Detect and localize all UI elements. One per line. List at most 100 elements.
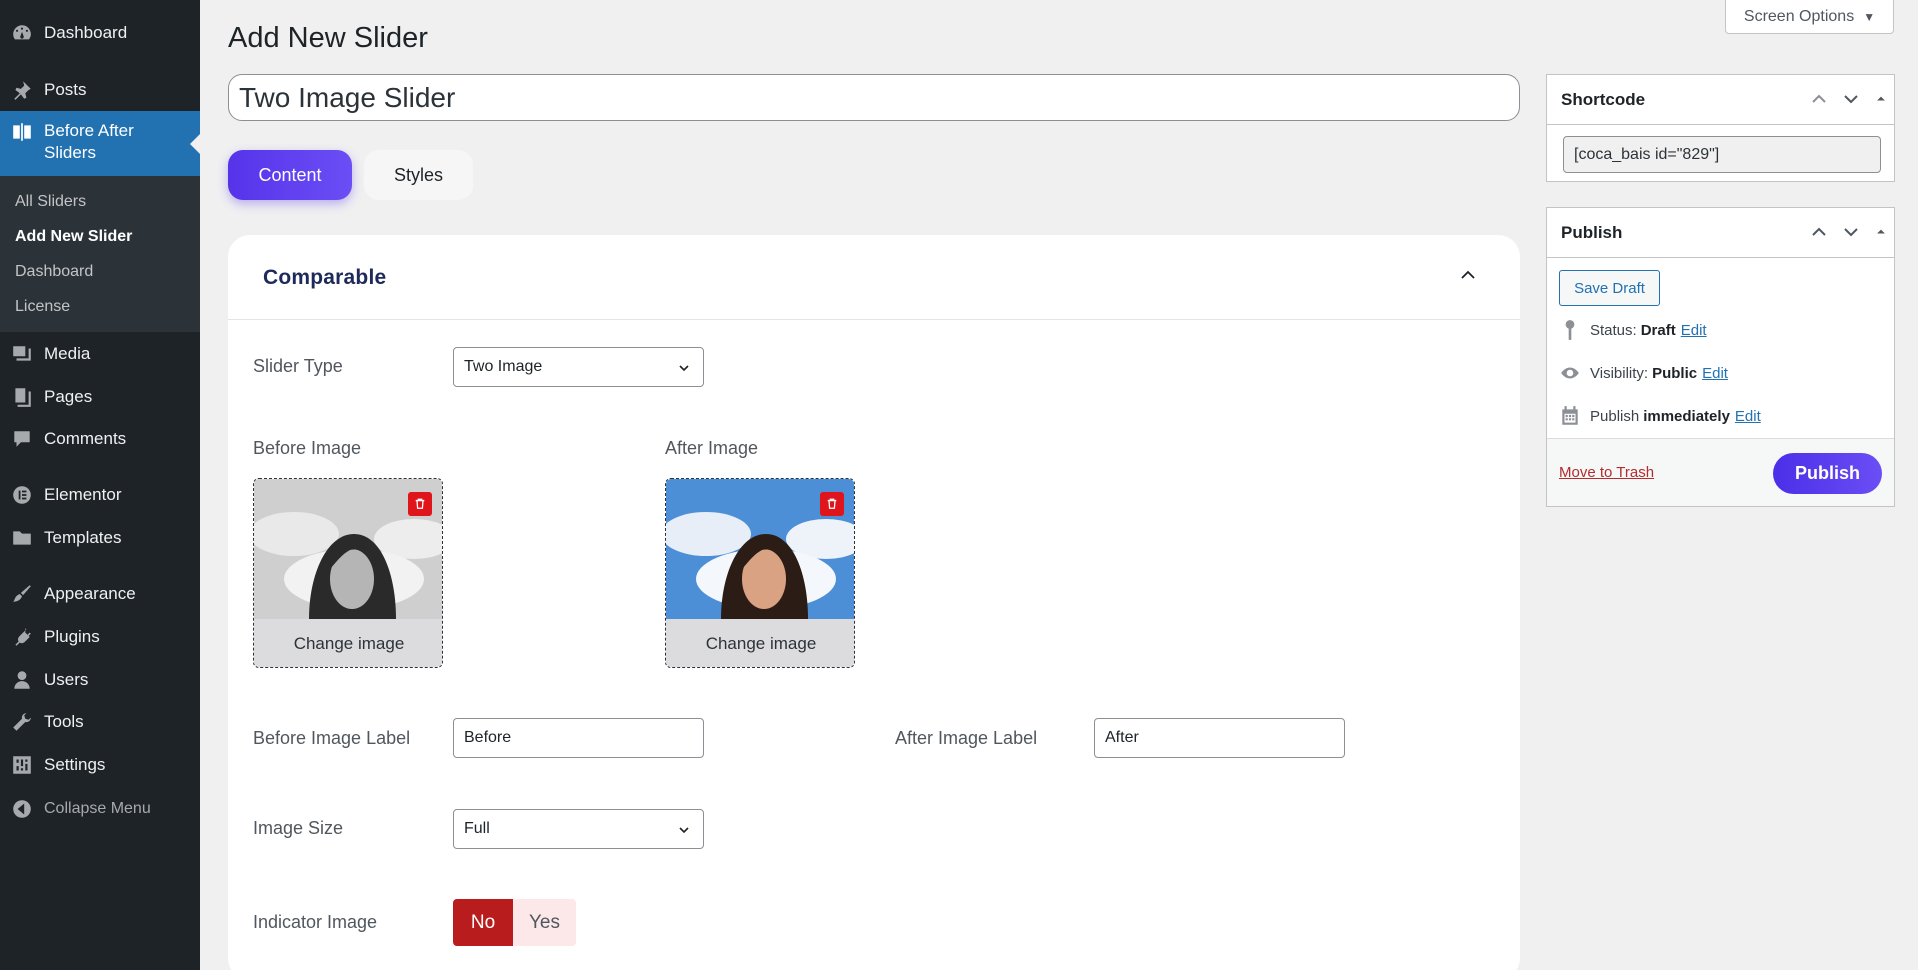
major-publishing-actions: Move to Trash Publish (1547, 438, 1894, 506)
collapse-label: Collapse Menu (44, 800, 151, 817)
publish-box: Publish Save Draft Status: Draft Edit Vi… (1546, 207, 1895, 507)
menu-label: Media (44, 344, 91, 363)
chevron-down-icon (679, 365, 689, 372)
delete-after-image-button[interactable] (820, 492, 844, 516)
publish-button[interactable]: Publish (1773, 453, 1882, 494)
change-after-image-button[interactable]: Change image (666, 619, 854, 667)
tab-content[interactable]: Content (228, 150, 352, 200)
brush-icon (0, 583, 44, 605)
toggle-panel-icon[interactable] (1874, 223, 1888, 241)
card-header[interactable]: Comparable (228, 235, 1520, 320)
indicator-no-button[interactable]: No (453, 899, 513, 946)
settings-icon (0, 754, 44, 776)
menu-item-comments[interactable]: Comments (0, 420, 200, 458)
admin-sidebar: Dashboard Posts Before After Sliders All… (0, 0, 200, 970)
change-before-image-button[interactable]: Change image (254, 619, 442, 667)
menu-item-elementor[interactable]: Elementor (0, 476, 200, 514)
edit-status-link[interactable]: Edit (1681, 322, 1707, 339)
chevron-down-icon[interactable] (1842, 223, 1860, 241)
slider-type-select[interactable]: Two Image (453, 347, 704, 387)
publish-value: immediately (1643, 407, 1730, 425)
plug-icon (0, 626, 44, 648)
pin-icon (1565, 320, 1575, 340)
visibility-label: Visibility: (1590, 364, 1649, 382)
screen-options-button[interactable]: Screen Options ▼ (1725, 0, 1894, 34)
shortcode-field[interactable]: [coca_bais id="829"] (1563, 136, 1881, 173)
menu-label: Plugins (44, 627, 100, 646)
menu-item-dashboard[interactable]: Dashboard (0, 13, 200, 53)
collapse-icon (0, 798, 44, 820)
wrench-icon (0, 711, 44, 733)
menu-item-appearance[interactable]: Appearance (0, 575, 200, 613)
chevron-down-icon (679, 827, 689, 834)
image-size-select[interactable]: Full (453, 809, 704, 849)
after-image-label-input[interactable]: After (1094, 718, 1345, 758)
publish-label: Publish (1590, 407, 1640, 425)
menu-item-tools[interactable]: Tools (0, 703, 200, 741)
menu-item-settings[interactable]: Settings (0, 746, 200, 784)
status-label: Status: (1590, 321, 1637, 339)
folder-icon (0, 527, 44, 549)
menu-item-templates[interactable]: Templates (0, 519, 200, 557)
tab-styles[interactable]: Styles (364, 150, 473, 200)
slider-type-label: Slider Type (253, 356, 343, 376)
submenu: All Sliders Add New Slider Dashboard Lic… (0, 176, 200, 332)
menu-item-posts[interactable]: Posts (0, 70, 200, 110)
indicator-image-label: Indicator Image (253, 912, 378, 932)
trash-icon (415, 498, 425, 509)
image-size-value: Full (464, 820, 490, 837)
dashboard-icon (0, 22, 44, 44)
comments-icon (0, 428, 44, 450)
before-image-label: Before Image (253, 438, 362, 458)
menu-item-media[interactable]: Media (0, 335, 200, 373)
menu-item-users[interactable]: Users (0, 661, 200, 699)
image-size-label: Image Size (253, 818, 344, 838)
toggle-panel-icon[interactable] (1874, 90, 1888, 108)
delete-before-image-button[interactable] (408, 492, 432, 516)
menu-item-before-after-sliders[interactable]: Before After Sliders (0, 111, 200, 176)
after-image-box[interactable]: Change image (665, 478, 855, 668)
indicator-yes-button[interactable]: Yes (513, 899, 576, 946)
menu-item-plugins[interactable]: Plugins (0, 618, 200, 656)
submenu-dashboard[interactable]: Dashboard (15, 263, 93, 281)
pin-icon (0, 79, 44, 101)
publish-date-row: Publish immediately Edit (1559, 405, 1761, 427)
chevron-up-icon[interactable] (1810, 223, 1828, 241)
menu-label: Before After Sliders (44, 121, 134, 162)
menu-label: Elementor (44, 485, 122, 504)
caret-down-icon: ▼ (1863, 9, 1876, 24)
eye-icon (1561, 367, 1579, 379)
save-draft-button[interactable]: Save Draft (1559, 270, 1660, 306)
visibility-value: Public (1652, 364, 1698, 382)
submenu-license[interactable]: License (15, 298, 70, 316)
edit-publish-date-link[interactable]: Edit (1735, 408, 1761, 425)
screen-options-label: Screen Options (1743, 7, 1855, 25)
submenu-add-new-slider[interactable]: Add New Slider (15, 228, 132, 246)
pages-icon (0, 386, 44, 408)
move-to-trash-link[interactable]: Move to Trash (1559, 464, 1654, 481)
menu-label: Posts (44, 80, 87, 99)
media-icon (0, 343, 44, 365)
edit-visibility-link[interactable]: Edit (1702, 365, 1728, 382)
menu-label: Comments (44, 429, 127, 448)
elementor-icon (0, 484, 44, 506)
after-image-label: After Image (665, 438, 759, 458)
status-value: Draft (1640, 321, 1676, 339)
before-image-label-input[interactable]: Before (453, 718, 704, 758)
status-row: Status: Draft Edit (1559, 319, 1707, 341)
visibility-row: Visibility: Public Edit (1559, 362, 1728, 384)
before-image-box[interactable]: Change image (253, 478, 443, 668)
menu-label: Users (44, 670, 89, 689)
chevron-down-icon[interactable] (1842, 90, 1860, 108)
menu-label: Appearance (44, 584, 136, 603)
submenu-all-sliders[interactable]: All Sliders (15, 193, 86, 211)
shortcode-box: Shortcode [coca_bais id="829"] (1546, 74, 1895, 182)
shortcode-title: Shortcode (1561, 89, 1646, 109)
slider-icon (0, 120, 44, 143)
collapse-menu[interactable]: Collapse Menu (0, 790, 200, 828)
chevron-up-icon[interactable] (1458, 265, 1478, 285)
chevron-up-icon[interactable] (1810, 90, 1828, 108)
card-title: Comparable (263, 266, 387, 289)
post-title-input[interactable]: Two Image Slider (228, 74, 1520, 121)
menu-item-pages[interactable]: Pages (0, 378, 200, 416)
